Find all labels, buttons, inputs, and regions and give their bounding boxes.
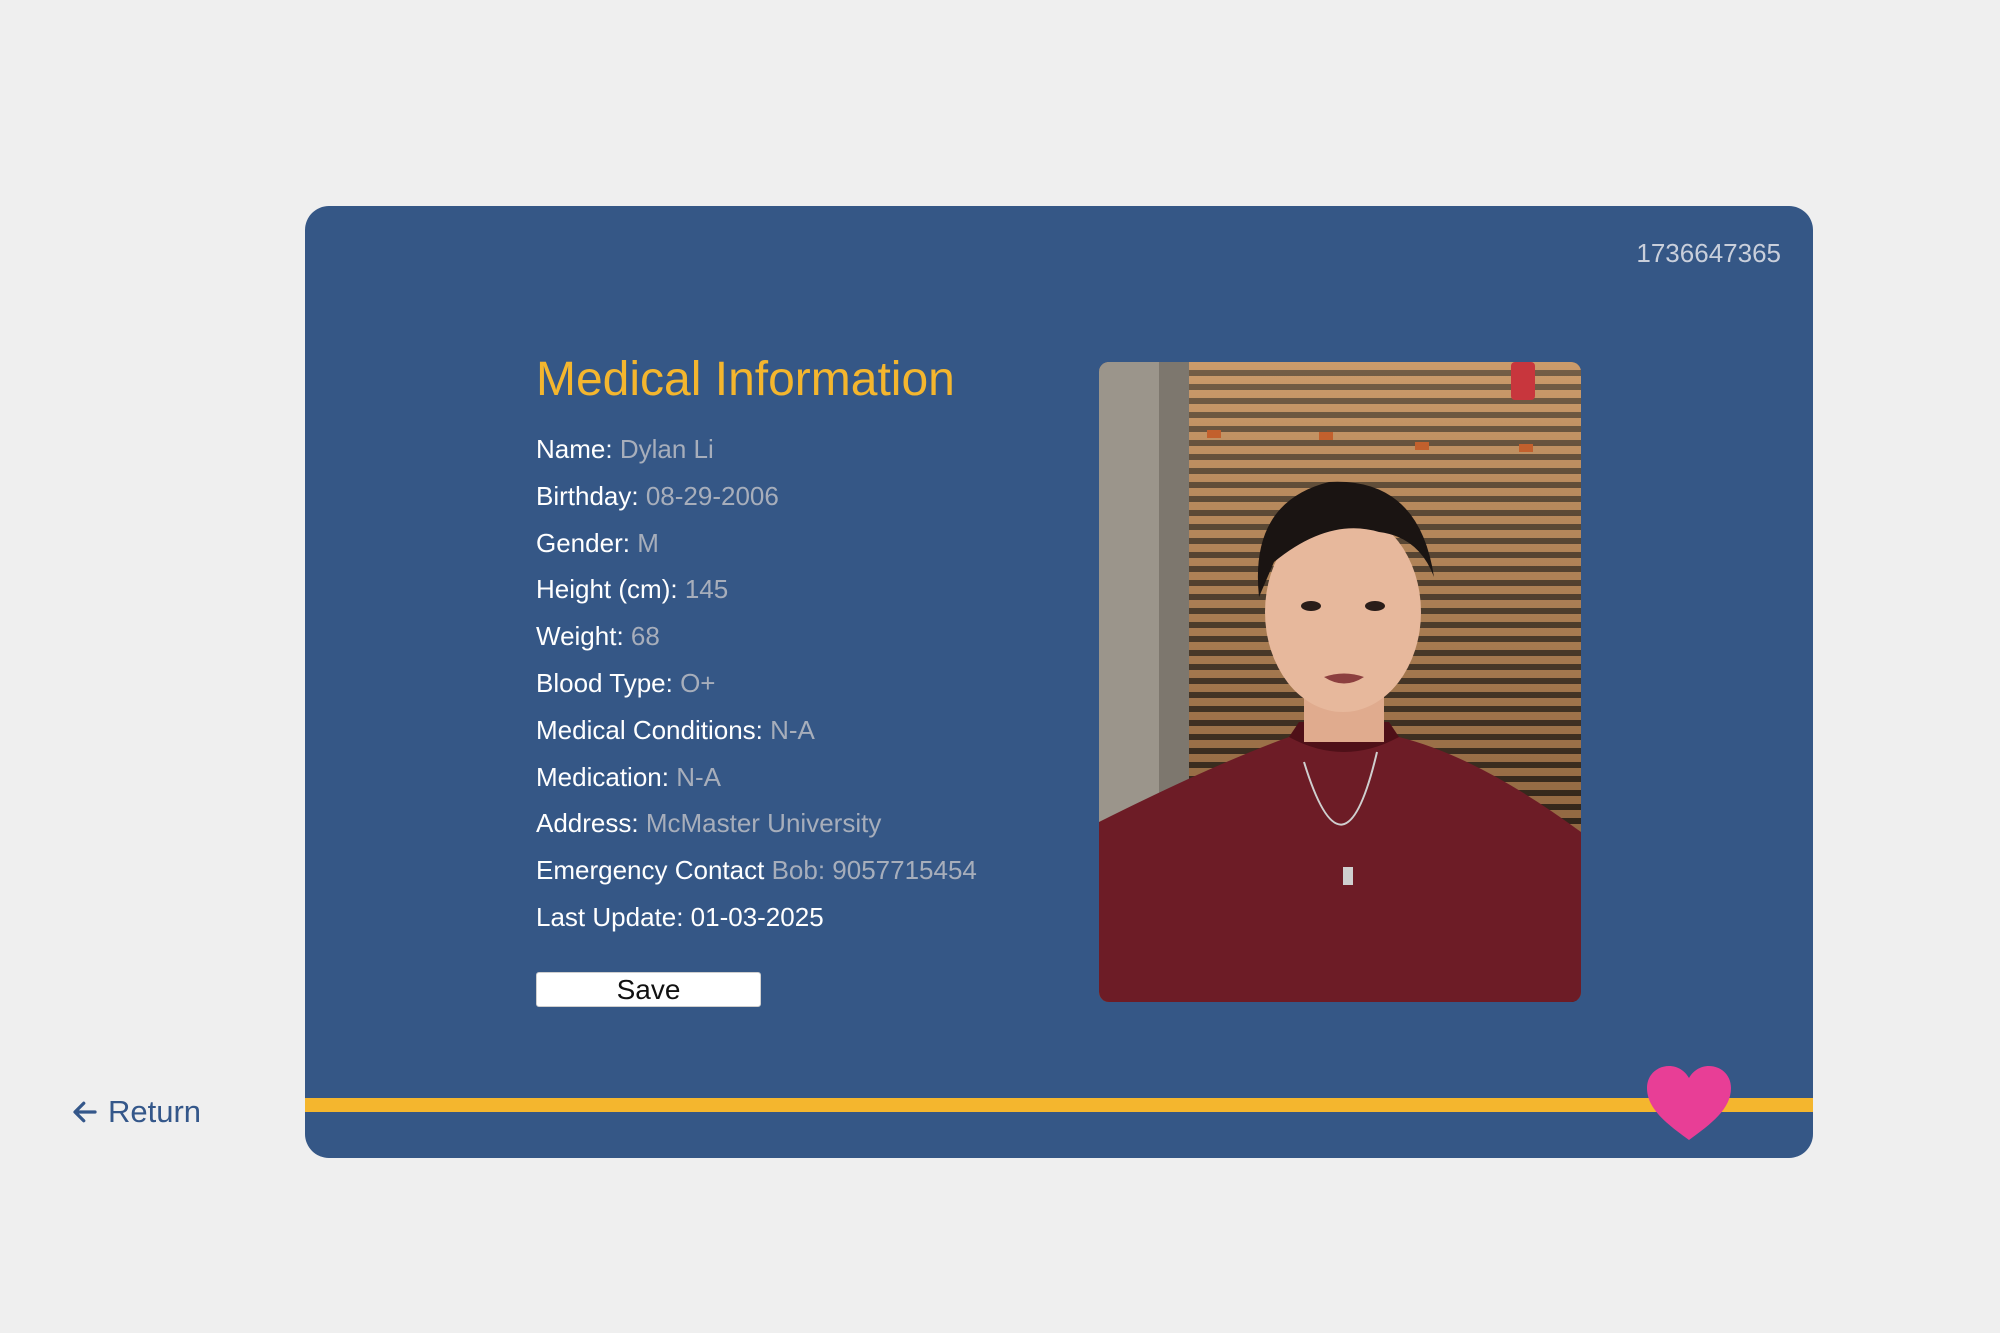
arrow-left-icon bbox=[73, 1101, 97, 1123]
field-value: Bob: 9057715454 bbox=[771, 855, 977, 886]
save-button[interactable]: Save bbox=[536, 972, 761, 1007]
field-value: N-A bbox=[676, 761, 721, 792]
field-value: O+ bbox=[680, 667, 716, 698]
page: Return 1736647365 Medical Information Na… bbox=[0, 0, 2000, 1333]
field-label: Weight: bbox=[536, 621, 624, 652]
return-label: Return bbox=[108, 1094, 202, 1129]
field-value: Dylan Li bbox=[619, 434, 714, 464]
field-label: Emergency Contact bbox=[536, 855, 765, 886]
last-update: Last Update: 01-03-2025 bbox=[536, 901, 824, 932]
field-label: Blood Type: bbox=[536, 667, 673, 698]
page-title: Medical Information bbox=[536, 353, 955, 406]
field-label: Medical Conditions: bbox=[536, 714, 763, 745]
field-label: Gender: bbox=[536, 527, 630, 558]
field-gender: Gender: M bbox=[536, 520, 1096, 567]
field-label: Address: bbox=[536, 808, 639, 839]
field-blood-type: Blood Type: O+ bbox=[536, 660, 1096, 707]
medical-card: 1736647365 Medical Information Name: Dyl… bbox=[305, 206, 1813, 1158]
field-label: Name: bbox=[536, 434, 613, 464]
field-address: Address: McMaster University bbox=[536, 800, 1096, 847]
accent-stripe bbox=[305, 1098, 1813, 1112]
field-emergency-contact: Emergency Contact Bob: 9057715454 bbox=[536, 847, 1096, 894]
field-medical-conditions: Medical Conditions: N-A bbox=[536, 707, 1096, 754]
field-value: M bbox=[637, 527, 659, 558]
field-value: 145 bbox=[684, 574, 729, 605]
field-medication: Medication: N-A bbox=[536, 754, 1096, 801]
field-value: 68 bbox=[630, 621, 660, 652]
profile-photo bbox=[1099, 362, 1581, 1002]
field-height: Height (cm): 145 bbox=[536, 566, 1096, 613]
medical-info-panel: Medical Information Name: Dylan Li Birth… bbox=[536, 356, 1096, 941]
field-weight: Weight: 68 bbox=[536, 613, 1096, 660]
field-name: Name: Dylan Li bbox=[536, 426, 1096, 473]
field-value: McMaster University bbox=[645, 808, 882, 839]
field-label: Birthday: bbox=[536, 480, 639, 511]
field-birthday: Birthday: 08-29-2006 bbox=[536, 473, 1096, 520]
field-label: Height (cm): bbox=[536, 574, 678, 605]
card-id-number: 1736647365 bbox=[1636, 238, 1781, 268]
return-link[interactable]: Return bbox=[70, 1094, 201, 1130]
heart-icon[interactable] bbox=[1645, 1064, 1733, 1142]
field-label: Medication: bbox=[536, 761, 669, 792]
field-value: N-A bbox=[770, 714, 815, 745]
field-value: 08-29-2006 bbox=[645, 480, 779, 511]
